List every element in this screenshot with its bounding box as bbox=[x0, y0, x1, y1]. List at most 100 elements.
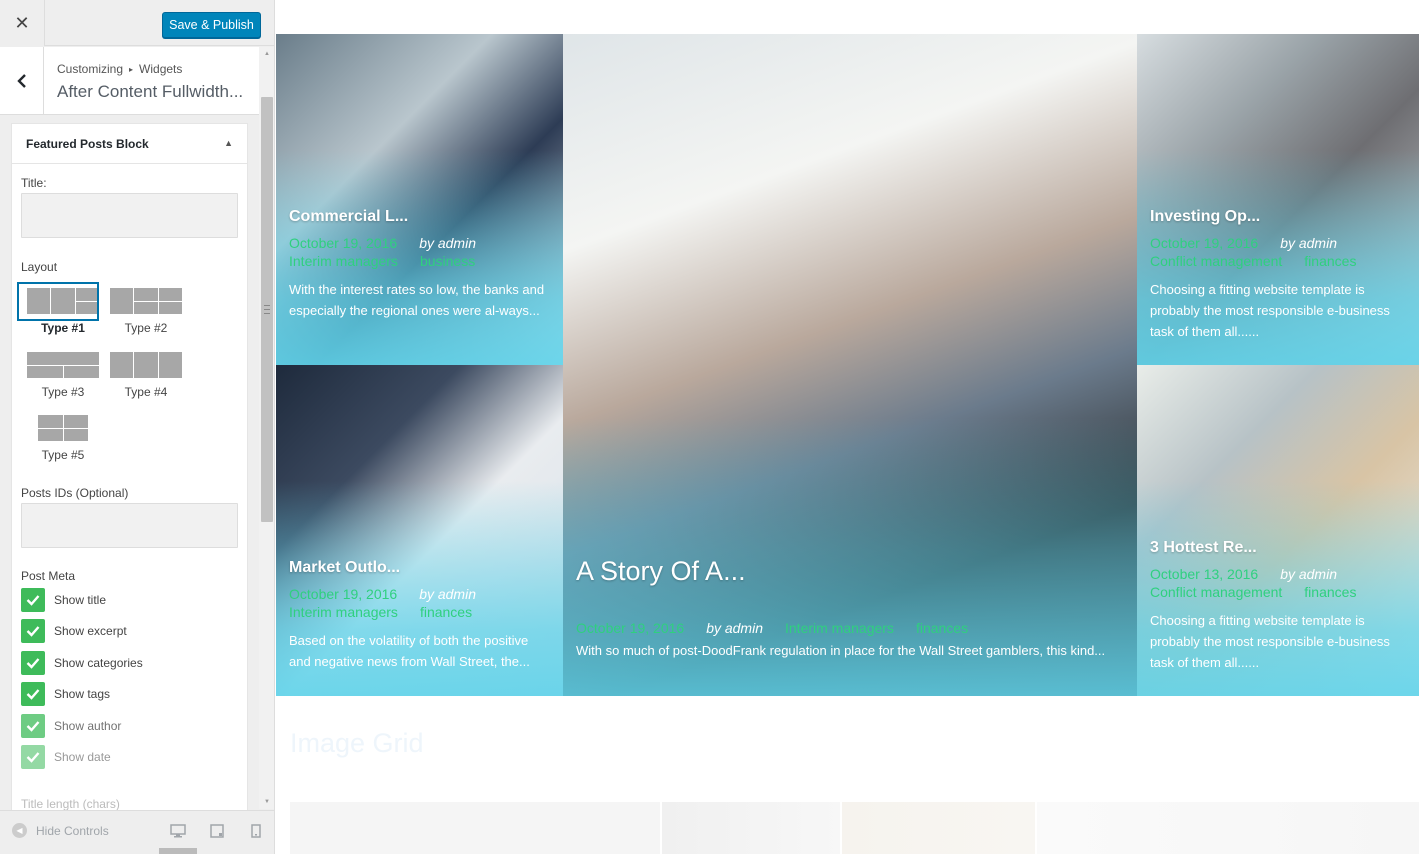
mobile-preview-icon[interactable] bbox=[248, 824, 264, 838]
post-category[interactable]: finances bbox=[420, 604, 472, 620]
layout-caption: Type #4 bbox=[124, 385, 168, 399]
show-title-checkbox-row[interactable]: Show title bbox=[21, 588, 106, 612]
checkbox-label: Show excerpt bbox=[54, 624, 127, 638]
post-category[interactable]: business bbox=[420, 253, 475, 269]
grid-image[interactable] bbox=[842, 802, 1035, 854]
post-author[interactable]: by admin bbox=[706, 620, 763, 636]
post-tile-investing[interactable]: Investing Op... October 19, 2016 by admi… bbox=[1137, 34, 1419, 365]
show-date-checkbox-row[interactable]: Show date bbox=[21, 745, 111, 769]
section-header: Customizing ▸ Widgets After Content Fullwi… bbox=[0, 47, 259, 115]
title-length-label: Title length (chars) bbox=[21, 797, 120, 811]
grid-image[interactable] bbox=[1037, 802, 1419, 854]
post-title[interactable]: Market Outlo... bbox=[289, 559, 549, 577]
post-text: Investing Op... October 19, 2016 by admi… bbox=[1150, 208, 1405, 342]
post-category[interactable]: finances bbox=[1304, 584, 1356, 600]
post-category[interactable]: Interim managers bbox=[785, 620, 894, 636]
widget-title: Featured Posts Block bbox=[26, 137, 149, 151]
scroll-up-arrow-icon[interactable]: ▲ bbox=[259, 47, 274, 61]
collapse-arrow-icon[interactable]: ▲ bbox=[224, 138, 233, 148]
post-category[interactable]: Conflict management bbox=[1150, 253, 1282, 269]
layout-option-type-1[interactable]: Type #1 bbox=[17, 282, 104, 335]
scrollbar-thumb[interactable] bbox=[261, 97, 273, 522]
tablet-preview-icon[interactable] bbox=[209, 824, 225, 838]
title-field-label: Title: bbox=[21, 176, 47, 190]
show-excerpt-checkbox-row[interactable]: Show excerpt bbox=[21, 619, 127, 643]
layout-option-type-4[interactable]: Type #4 bbox=[105, 352, 187, 399]
selected-layout-frame bbox=[17, 282, 99, 321]
post-author[interactable]: by admin bbox=[1280, 235, 1337, 251]
checkbox-checked-icon[interactable] bbox=[21, 651, 45, 675]
post-meta: October 19, 2016 by admin Interim manage… bbox=[289, 235, 549, 269]
show-author-checkbox-row[interactable]: Show author bbox=[21, 714, 121, 738]
widget-title-input[interactable] bbox=[21, 193, 238, 238]
post-date[interactable]: October 19, 2016 bbox=[289, 235, 397, 251]
scroll-grip-icon bbox=[264, 305, 270, 314]
layout-caption: Type #3 bbox=[41, 385, 85, 399]
checkbox-checked-icon[interactable] bbox=[21, 682, 45, 706]
post-date[interactable]: October 13, 2016 bbox=[1150, 566, 1258, 582]
post-category[interactable]: Conflict management bbox=[1150, 584, 1282, 600]
save-publish-button[interactable]: Save & Publish bbox=[162, 12, 261, 38]
layout-option-type-5[interactable]: Type #5 bbox=[22, 415, 104, 462]
post-meta: October 19, 2016 by admin Interim manage… bbox=[289, 586, 549, 620]
layout-type-5-icon bbox=[38, 415, 88, 441]
post-date[interactable]: October 19, 2016 bbox=[576, 620, 684, 636]
post-category[interactable]: Interim managers bbox=[289, 253, 398, 269]
post-meta: October 19, 2016 by admin Conflict manag… bbox=[1150, 235, 1405, 269]
hide-controls-button[interactable]: ◀ Hide Controls bbox=[12, 823, 109, 838]
post-tile-hottest[interactable]: 3 Hottest Re... October 13, 2016 by admi… bbox=[1137, 365, 1419, 696]
grid-image[interactable] bbox=[662, 802, 840, 854]
post-text: 3 Hottest Re... October 13, 2016 by admi… bbox=[1150, 539, 1405, 673]
checkbox-checked-icon[interactable] bbox=[21, 714, 45, 738]
breadcrumb-root: Customizing bbox=[57, 62, 124, 76]
site-preview: Commercial L... October 19, 2016 by admi… bbox=[276, 0, 1419, 854]
post-title[interactable]: A Story Of A... bbox=[576, 556, 1123, 587]
post-meta-label: Post Meta bbox=[21, 569, 76, 583]
post-text: Market Outlo... October 19, 2016 by admi… bbox=[289, 559, 549, 672]
post-excerpt: Choosing a fitting website template is p… bbox=[1150, 282, 1390, 339]
layout-option-type-2[interactable]: Type #2 bbox=[105, 288, 187, 335]
post-title[interactable]: Investing Op... bbox=[1150, 208, 1405, 226]
post-tile-commercial[interactable]: Commercial L... October 19, 2016 by admi… bbox=[276, 34, 563, 365]
close-icon: ✕ bbox=[14, 12, 30, 33]
customizer-sidebar: ✕ Save & Publish Customizing ▸ Widgets Aft… bbox=[0, 0, 275, 854]
show-tags-checkbox-row[interactable]: Show tags bbox=[21, 682, 110, 706]
layout-type-3-icon bbox=[27, 352, 99, 378]
post-excerpt: With so much of post-DoodFrank regulatio… bbox=[576, 643, 1106, 658]
post-category[interactable]: Interim managers bbox=[289, 604, 398, 620]
checkbox-label: Show tags bbox=[54, 687, 111, 701]
post-tile-market[interactable]: Market Outlo... October 19, 2016 by admi… bbox=[276, 365, 563, 696]
post-category[interactable]: finances bbox=[1304, 253, 1356, 269]
post-title[interactable]: Commercial L... bbox=[289, 208, 549, 226]
widget-header[interactable]: Featured Posts Block ▲ bbox=[12, 124, 247, 164]
checkbox-checked-icon[interactable] bbox=[21, 745, 45, 769]
checkbox-checked-icon[interactable] bbox=[21, 619, 45, 643]
post-author[interactable]: by admin bbox=[419, 586, 476, 602]
post-author[interactable]: by admin bbox=[419, 235, 476, 251]
checkbox-checked-icon[interactable] bbox=[21, 588, 45, 612]
show-categories-checkbox-row[interactable]: Show categories bbox=[21, 651, 143, 675]
scroll-down-arrow-icon[interactable]: ▼ bbox=[259, 795, 274, 809]
post-date[interactable]: October 19, 2016 bbox=[289, 586, 397, 602]
layout-option-type-3[interactable]: Type #3 bbox=[22, 352, 104, 399]
checkbox-label: Show author bbox=[54, 719, 122, 733]
post-date[interactable]: October 19, 2016 bbox=[1150, 235, 1258, 251]
panel-title: After Content Fullwidth... bbox=[57, 82, 244, 101]
featured-posts-widget: Featured Posts Block ▲ Title: Layout Typ… bbox=[11, 123, 248, 823]
back-button[interactable] bbox=[0, 47, 44, 114]
grid-image[interactable] bbox=[290, 802, 660, 854]
desktop-preview-icon[interactable] bbox=[170, 824, 186, 838]
post-title[interactable]: 3 Hottest Re... bbox=[1150, 539, 1405, 557]
post-category[interactable]: finances bbox=[916, 620, 968, 636]
post-ids-input[interactable] bbox=[21, 503, 238, 548]
checkbox-label: Show categories bbox=[54, 656, 143, 670]
layout-caption: Type #5 bbox=[41, 448, 85, 462]
post-tile-story[interactable]: A Story Of A... October 19, 2016 by admi… bbox=[563, 34, 1137, 696]
post-author[interactable]: by admin bbox=[1280, 566, 1337, 582]
layout-label: Layout bbox=[21, 260, 58, 274]
close-customizer-button[interactable]: ✕ bbox=[0, 0, 45, 46]
post-text: Commercial L... October 19, 2016 by admi… bbox=[289, 208, 549, 321]
sidebar-scrollbar[interactable]: ▲ ▼ bbox=[259, 47, 274, 809]
layout-caption: Type #1 bbox=[41, 321, 85, 335]
post-excerpt: With the interest rates so low, the bank… bbox=[289, 282, 545, 318]
